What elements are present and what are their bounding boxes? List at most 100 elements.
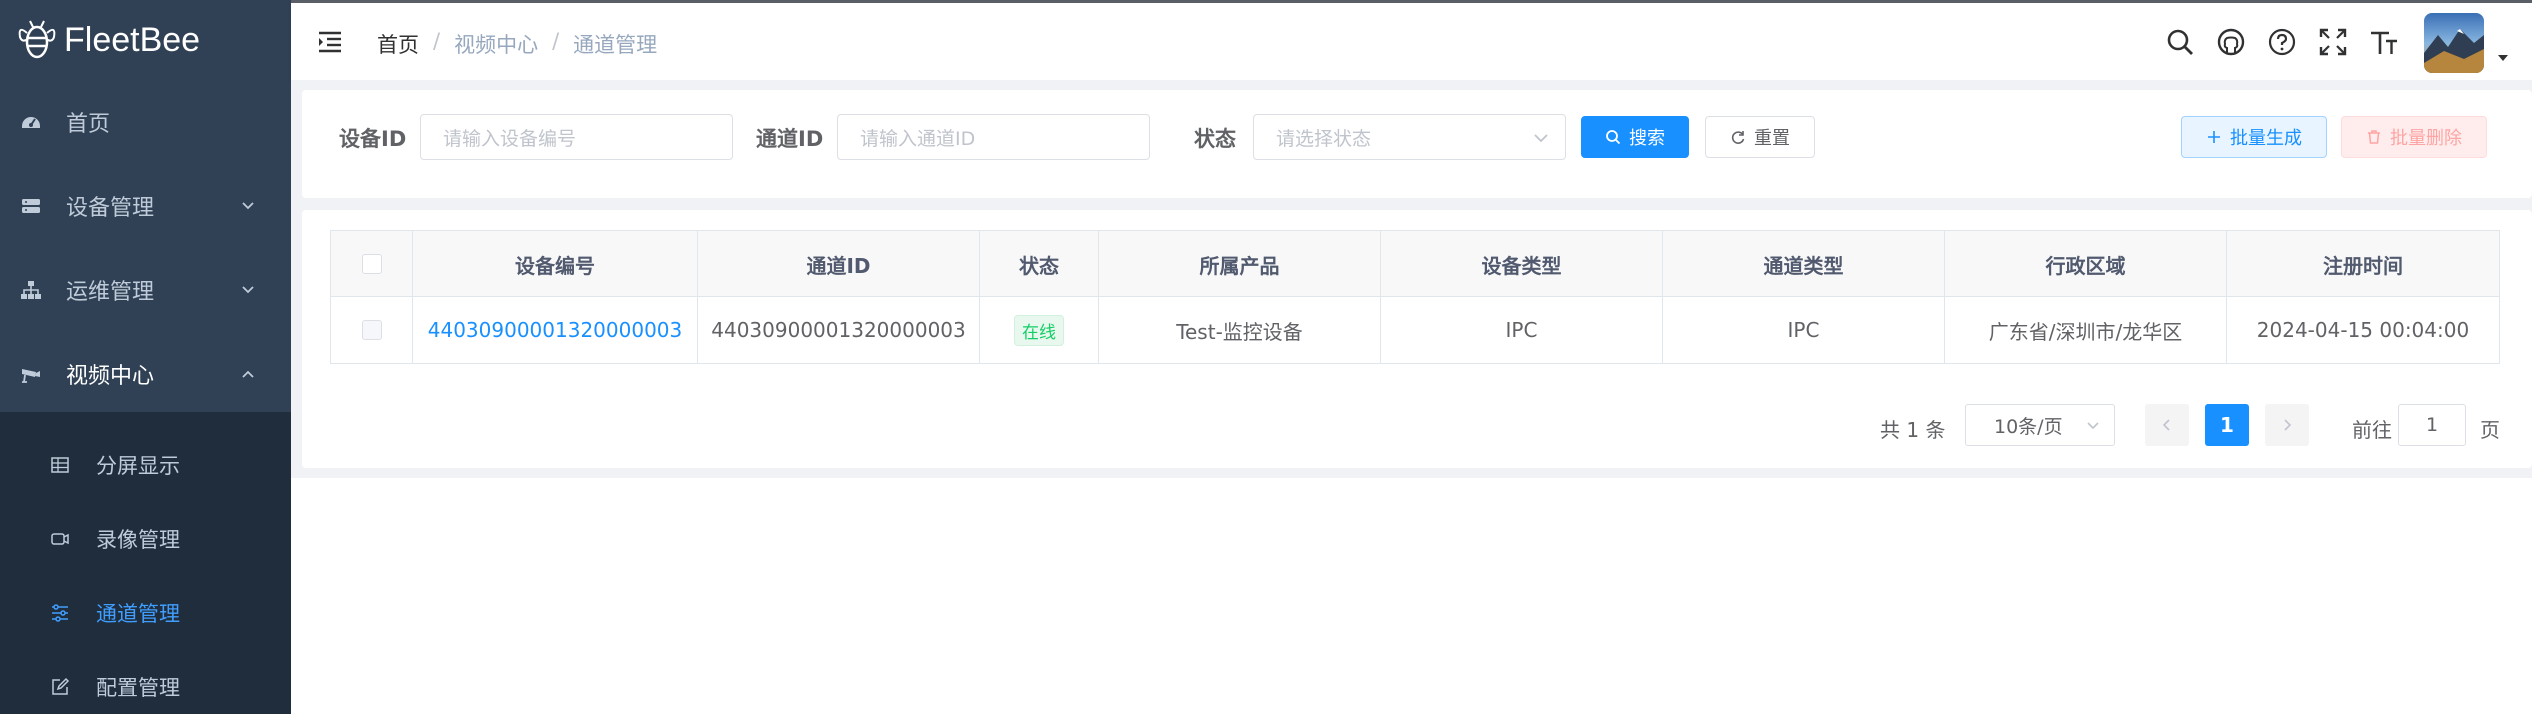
device-no-link[interactable]: 44030900001320000003 — [428, 318, 683, 342]
sidebar-item-ops-management[interactable]: 运维管理 — [0, 248, 291, 332]
product-cell: Test-监控设备 — [1099, 297, 1381, 363]
submenu-item-label: 录像管理 — [96, 528, 180, 552]
dashboard-icon — [22, 117, 40, 128]
breadcrumb-video-center[interactable]: 视频中心 — [454, 29, 538, 59]
breadcrumb: 首页 / 视频中心 / 通道管理 — [377, 29, 657, 59]
logo[interactable]: FleetBee — [0, 0, 291, 80]
chevron-down-icon — [242, 286, 254, 294]
fullscreen-icon[interactable] — [2318, 27, 2348, 57]
submenu-item-recording[interactable]: 录像管理 — [0, 502, 291, 576]
channel-id-placeholder: 请输入通道ID — [860, 127, 976, 150]
submenu-item-config-management[interactable]: 配置管理 — [0, 650, 291, 714]
channel-id-cell: 44030900001320000003 — [698, 297, 980, 363]
chevron-left-icon — [2162, 419, 2170, 431]
refresh-icon — [1731, 131, 1745, 144]
top-navbar: 首页 / 视频中心 / 通道管理 — [291, 0, 2532, 80]
chevron-right-icon — [2284, 419, 2292, 431]
batch-delete-label: 批量删除 — [2390, 128, 2462, 149]
server-icon — [22, 199, 40, 213]
channel-id-label: 通道ID — [756, 127, 824, 151]
hamburger-icon[interactable] — [317, 29, 343, 55]
goto-label: 前往 — [2352, 418, 2392, 442]
channel-type-cell: IPC — [1663, 297, 1945, 363]
page-number-current[interactable]: 1 — [2205, 404, 2249, 446]
grid-icon — [51, 457, 69, 473]
breadcrumb-home[interactable]: 首页 — [377, 29, 419, 59]
submenu-item-label: 配置管理 — [96, 676, 180, 700]
breadcrumb-separator: / — [552, 29, 560, 53]
sidebar: FleetBee 首页 设备管理 运维管理 视频中心 分屏显示 录像管理 通道管… — [0, 0, 291, 714]
font-size-icon[interactable] — [2369, 27, 2399, 57]
video-icon — [51, 533, 69, 545]
column-header[interactable]: 设备编号 — [413, 231, 698, 297]
video-submenu: 分屏显示 录像管理 通道管理 配置管理 — [0, 412, 291, 714]
submenu-item-label: 通道管理 — [96, 602, 180, 626]
github-icon[interactable] — [2216, 27, 2246, 57]
chevron-up-icon — [242, 370, 254, 378]
reset-button[interactable]: 重置 — [1705, 116, 1815, 158]
search-icon[interactable] — [2165, 27, 2195, 57]
device-id-label: 设备ID — [339, 127, 407, 151]
device-type-cell: IPC — [1381, 297, 1663, 363]
sidebar-item-device-management[interactable]: 设备管理 — [0, 164, 291, 248]
status-select[interactable]: 请选择状态 — [1253, 114, 1566, 160]
goto-page-input[interactable]: 1 — [2398, 404, 2466, 446]
channel-table: 设备编号 通道ID 状态 所属产品 设备类型 通道类型 行政区域 注册时间 44… — [330, 230, 2500, 364]
batch-delete-button[interactable]: 批量删除 — [2341, 116, 2487, 158]
sidebar-item-video-center[interactable]: 视频中心 — [0, 332, 291, 416]
column-header[interactable]: 设备类型 — [1381, 231, 1663, 297]
breadcrumb-separator: / — [433, 29, 441, 53]
channel-id-input[interactable]: 请输入通道ID — [837, 114, 1150, 160]
column-header[interactable]: 所属产品 — [1099, 231, 1381, 297]
help-icon[interactable] — [2267, 27, 2297, 57]
bee-logo-icon — [18, 20, 56, 59]
app-name: FleetBee — [64, 20, 201, 59]
submenu-item-label: 分屏显示 — [96, 454, 180, 478]
column-header[interactable]: 通道类型 — [1663, 231, 1945, 297]
sidebar-item-label: 运维管理 — [66, 280, 155, 305]
search-button-label: 搜索 — [1629, 128, 1665, 149]
caret-down-icon[interactable] — [2497, 53, 2509, 63]
device-id-input[interactable]: 请输入设备编号 — [420, 114, 733, 160]
batch-generate-button[interactable]: 批量生成 — [2181, 116, 2327, 158]
device-no-cell: 44030900001320000003 — [413, 297, 698, 363]
sidebar-item-label: 首页 — [66, 112, 111, 137]
tree-icon — [21, 281, 41, 299]
column-header[interactable]: 状态 — [980, 231, 1099, 297]
edit-icon — [52, 677, 70, 695]
search-icon — [1606, 130, 1621, 145]
submenu-item-split-screen[interactable]: 分屏显示 — [0, 428, 291, 502]
avatar-image-icon — [2424, 13, 2484, 73]
user-avatar[interactable] — [2424, 13, 2484, 73]
breadcrumb-current: 通道管理 — [573, 33, 658, 57]
status-placeholder: 请选择状态 — [1276, 127, 1372, 150]
column-header[interactable]: 通道ID — [698, 231, 980, 297]
content-bottom — [291, 478, 2532, 714]
prev-page-button[interactable] — [2145, 404, 2189, 446]
registered-time-cell: 2024-04-15 00:04:00 — [2256, 318, 2470, 342]
sidebar-item-home[interactable]: 首页 — [0, 80, 291, 164]
device-id-placeholder: 请输入设备编号 — [443, 127, 577, 150]
column-header[interactable]: 行政区域 — [1945, 231, 2227, 297]
select-all-cell — [331, 231, 413, 297]
select-all-checkbox[interactable] — [361, 254, 382, 274]
batch-generate-label: 批量生成 — [2230, 128, 2302, 149]
chevron-down-icon — [2087, 422, 2099, 430]
sidebar-item-label: 设备管理 — [66, 196, 155, 221]
sliders-icon — [52, 604, 68, 622]
next-page-button[interactable] — [2265, 404, 2309, 446]
reset-button-label: 重置 — [1754, 128, 1790, 149]
trash-icon — [2368, 130, 2380, 144]
sidebar-item-label: 视频中心 — [66, 364, 155, 389]
row-checkbox[interactable] — [361, 320, 382, 340]
column-header[interactable]: 注册时间 — [2227, 231, 2499, 297]
page-size-select[interactable]: 10条/页 — [1965, 404, 2115, 446]
submenu-item-channel-management[interactable]: 通道管理 — [0, 576, 291, 650]
page-unit-label: 页 — [2480, 418, 2500, 442]
status-cell: 在线 — [980, 297, 1099, 363]
status-badge: 在线 — [1014, 314, 1064, 346]
table-header-row: 设备编号 通道ID 状态 所属产品 设备类型 通道类型 行政区域 注册时间 — [331, 231, 2499, 297]
region-cell: 广东省/深圳市/龙华区 — [1945, 297, 2227, 363]
search-button[interactable]: 搜索 — [1581, 116, 1689, 158]
chevron-down-icon — [242, 202, 254, 210]
